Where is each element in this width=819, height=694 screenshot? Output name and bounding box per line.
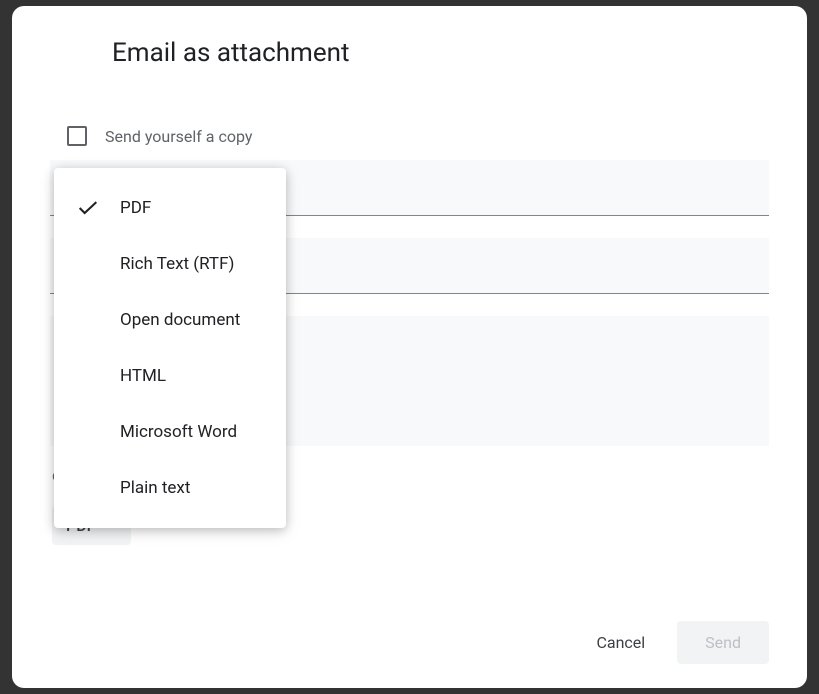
format-dropdown-menu: PDF Rich Text (RTF) Open document HTML M…: [54, 168, 286, 528]
cancel-button[interactable]: Cancel: [578, 623, 663, 662]
send-button[interactable]: Send: [677, 621, 769, 664]
dropdown-item-docx[interactable]: Microsoft Word: [54, 404, 286, 460]
dropdown-item-label: Microsoft Word: [120, 422, 237, 442]
dropdown-item-odt[interactable]: Open document: [54, 292, 286, 348]
dropdown-item-label: PDF: [120, 198, 151, 218]
spacer-icon: [78, 256, 98, 272]
send-copy-row: Send yourself a copy: [12, 68, 807, 146]
dropdown-item-label: Open document: [120, 310, 240, 330]
dropdown-item-pdf[interactable]: PDF: [54, 180, 286, 236]
email-attachment-dialog: Email as attachment Send yourself a copy…: [12, 6, 807, 688]
dropdown-item-label: Plain text: [120, 478, 190, 498]
spacer-icon: [78, 480, 98, 496]
check-icon: [78, 200, 98, 216]
spacer-icon: [78, 312, 98, 328]
dialog-title: Email as attachment: [12, 6, 807, 68]
dropdown-item-rtf[interactable]: Rich Text (RTF): [54, 236, 286, 292]
send-copy-checkbox[interactable]: [67, 126, 87, 146]
dropdown-item-label: HTML: [120, 366, 166, 386]
send-copy-label: Send yourself a copy: [105, 127, 252, 146]
dropdown-item-txt[interactable]: Plain text: [54, 460, 286, 516]
dropdown-item-html[interactable]: HTML: [54, 348, 286, 404]
dialog-actions: Cancel Send: [578, 621, 769, 664]
dropdown-item-label: Rich Text (RTF): [120, 254, 234, 274]
spacer-icon: [78, 424, 98, 440]
spacer-icon: [78, 368, 98, 384]
